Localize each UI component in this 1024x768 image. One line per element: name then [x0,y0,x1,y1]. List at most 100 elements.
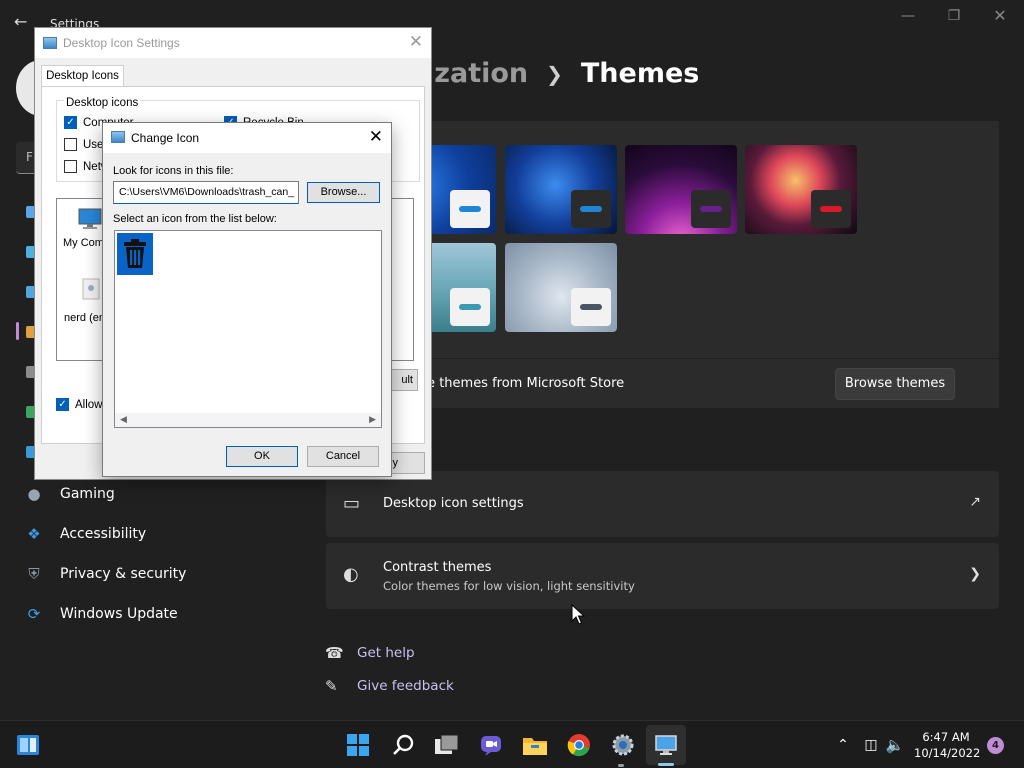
chevron-right-icon: ❯ [546,61,563,86]
clock-date: 10/14/2022 [914,746,981,760]
running-indicator [618,764,624,767]
nav-item-privacy-security[interactable]: ⛨ Privacy & security [24,556,304,592]
shield-icon: ⛨ [28,565,40,583]
tab-desktop-icons[interactable]: Desktop Icons [41,65,124,87]
get-help-label: Get help [357,645,415,661]
cancel-button[interactable]: Cancel [307,446,379,467]
chevron-right-icon: ❯ [969,566,981,582]
mouse-pointer-icon [571,604,585,625]
windows-start-icon[interactable] [344,731,372,759]
select-icon-label: Select an icon from the list below: [113,213,277,225]
widgets-icon[interactable] [14,731,42,759]
swatch-bar [580,206,602,212]
nav-item-windows-update[interactable]: ⟳ Windows Update [24,596,304,632]
chrome-icon[interactable] [565,731,593,759]
close-icon[interactable]: ✕ [369,127,383,147]
file-explorer-icon[interactable] [521,731,549,759]
accessibility-icon: ❖ [27,525,41,543]
dialog-titlebar[interactable]: Change Icon ✕ [103,123,391,153]
active-app-indicator [658,763,674,766]
give-feedback-link[interactable]: ✎ Give feedback [325,677,454,695]
computer-icon[interactable] [77,207,103,231]
close-icon[interactable]: ✕ [409,32,423,52]
desktop-icon-settings-row[interactable]: ▭ Desktop icon settings ↗ [326,471,999,537]
checkbox-box [64,160,77,173]
theme-color-swatch [571,288,611,326]
nav-item-gaming[interactable]: ● Gaming [24,476,304,512]
contrast-themes-row[interactable]: ◐ Contrast themes Color themes for low v… [326,543,999,609]
get-help-link[interactable]: ☎ Get help [325,644,415,662]
icon-list[interactable]: ◀ ▶ [114,230,382,428]
chevron-up-icon[interactable]: ⌃ [829,731,857,759]
dialog-titlebar[interactable]: Desktop Icon Settings ✕ [35,28,431,58]
close-button[interactable]: ✕ [980,6,1020,26]
checkbox-users-files[interactable]: User [64,138,107,151]
dialog-title: Desktop Icon Settings [63,36,180,50]
taskbar-clock[interactable]: 6:47 AM 10/14/2022 [914,729,981,761]
row-title: Contrast themes [383,560,492,575]
get-more-themes-row: re themes from Microsoft Store Browse th… [410,359,999,408]
minimize-button[interactable]: — [888,6,928,26]
back-arrow-icon[interactable]: ← [14,12,27,31]
search-icon[interactable] [389,731,417,759]
teams-chat-icon[interactable] [477,731,505,759]
nav-item-label: Windows Update [60,606,178,622]
contrast-icon: ◐ [343,564,359,585]
page-title: Themes [580,58,700,89]
theme-tile-glow[interactable] [625,145,737,234]
trash-can-icon[interactable] [117,233,153,275]
nav-item-label: Privacy & security [60,566,187,582]
theme-color-swatch [691,190,731,228]
store-text: re themes from Microsoft Store [422,376,625,391]
nav-item-label: Accessibility [60,526,147,542]
theme-color-swatch [811,190,851,228]
swatch-bar [700,206,722,212]
theme-tile-windows-dark[interactable] [505,145,617,234]
restore-button[interactable]: ❐ [934,6,974,26]
horizontal-scrollbar[interactable]: ◀ ▶ [115,413,381,427]
swatch-bar [459,304,481,310]
theme-tile-flow[interactable] [505,243,617,332]
breadcrumb-parent[interactable]: ization [425,58,528,89]
clock-time: 6:47 AM [922,730,970,744]
theme-color-swatch [450,288,490,326]
swatch-bar [580,304,602,310]
task-view-icon[interactable] [433,731,461,759]
change-icon-dialog: Change Icon ✕ Look for icons in this fil… [102,122,392,477]
desktop-icon-settings-app-icon [43,37,57,49]
give-feedback-label: Give feedback [357,678,454,694]
checkbox-box [64,138,77,151]
group-label: Desktop icons [64,97,141,109]
browse-button[interactable]: Browse... [307,182,380,203]
volume-icon[interactable]: 🔈 [881,731,909,759]
nav-item-accessibility[interactable]: ❖ Accessibility [24,516,304,552]
swatch-bar [459,206,481,212]
nav-item-label: Gaming [60,486,115,502]
desktop-icon-settings-app-icon[interactable] [652,731,680,759]
row-title: Desktop icon settings [383,496,524,511]
notification-badge[interactable]: 4 [987,737,1004,754]
scroll-right-icon[interactable]: ▶ [369,414,376,425]
change-icon-app-icon [111,131,125,143]
feedback-icon: ✎ [325,677,338,695]
external-link-icon: ↗ [969,494,981,510]
help-icon: ☎ [325,644,344,662]
taskbar: ⌃ ◫ 🔈 6:47 AM 10/14/2022 4 [0,720,1024,768]
ok-button[interactable]: OK [226,446,298,467]
themes-gallery [384,121,999,358]
gamepad-icon: ● [27,485,41,503]
checkmark-icon: ✓ [64,116,77,129]
icon-file-path-input[interactable]: C:\Users\VM6\Downloads\trash_can_ [113,181,299,204]
theme-tile-captured-motion[interactable] [745,145,857,234]
monitor-icon: ▭ [343,493,361,514]
user-folder-icon[interactable] [81,277,101,301]
active-nav-indicator [16,322,19,340]
checkbox-allow-themes[interactable]: ✓ Allow t [56,398,109,411]
dialog-title: Change Icon [131,131,200,145]
checkmark-icon: ✓ [56,398,69,411]
browse-themes-button[interactable]: Browse themes [835,368,955,400]
scroll-left-icon[interactable]: ◀ [120,414,127,425]
theme-color-swatch [571,190,611,228]
row-subtitle: Color themes for low vision, light sensi… [383,579,635,593]
settings-gear-icon[interactable] [609,731,637,759]
